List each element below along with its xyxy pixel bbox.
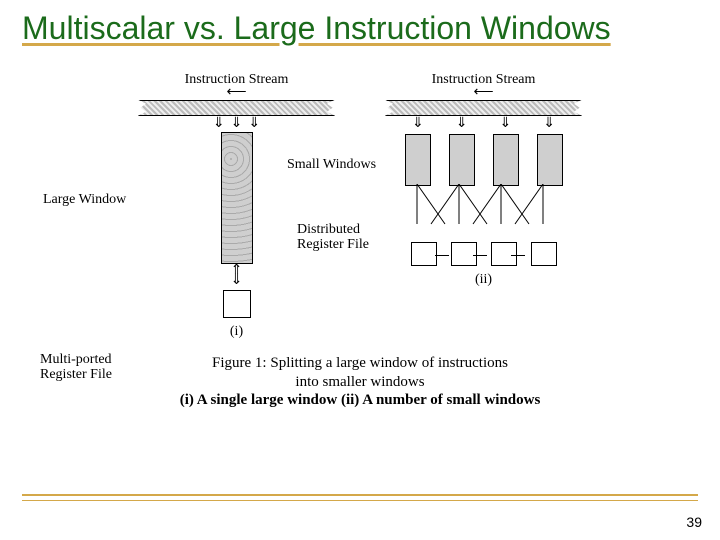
label-large-window: Large Window	[43, 192, 126, 208]
small-window-box	[537, 134, 563, 186]
small-window-box	[449, 134, 475, 186]
instruction-stream-bar-ii	[385, 100, 582, 116]
dist-reg-box	[411, 242, 437, 266]
instruction-stream-bar-i	[138, 100, 335, 116]
panel-ii-sublabel: (ii)	[475, 272, 492, 288]
distributed-register-row	[411, 242, 557, 266]
footer-rule-thin	[22, 500, 698, 501]
panel-i-sublabel: (i)	[230, 324, 243, 340]
caption-line3: (i) A single large window (ii) A number …	[180, 392, 541, 408]
stream-arrow-left-i: ⟵	[226, 90, 246, 96]
footer-rule-thick	[22, 494, 698, 496]
down-arrows-ii: ⇓⇓⇓⇓	[412, 118, 555, 130]
bidir-arrow-i: ⇑⇓	[231, 266, 243, 286]
dist-reg-box	[451, 242, 477, 266]
down-arrows-i: ⇓⇓⇓	[213, 118, 260, 130]
small-window-box	[493, 134, 519, 186]
caption-line2: into smaller windows	[295, 374, 424, 390]
register-file-box-i	[223, 290, 251, 318]
label-small-windows: Small Windows	[287, 157, 376, 173]
small-window-box	[405, 134, 431, 186]
figure-caption: Figure 1: Splitting a large window of in…	[22, 354, 698, 410]
dist-reg-box	[491, 242, 517, 266]
panel-i: Instruction Stream ⟵ ⇓⇓⇓ Large Window ⇑⇓…	[138, 72, 335, 340]
small-windows-row	[405, 134, 563, 186]
dist-reg-box	[531, 242, 557, 266]
label-multi-ported: Multi-ported Register File	[40, 352, 112, 383]
large-window-box	[221, 132, 253, 264]
stream-arrow-left-ii: ⟵	[473, 90, 493, 96]
figure: Instruction Stream ⟵ ⇓⇓⇓ Large Window ⇑⇓…	[22, 72, 698, 340]
caption-line1: Figure 1: Splitting a large window of in…	[212, 355, 508, 371]
interconnect-lines	[405, 184, 575, 244]
panel-ii: Instruction Stream ⟵ ⇓⇓⇓⇓ Small Windows	[385, 72, 582, 340]
page-number: 39	[686, 514, 702, 530]
slide-title: Multiscalar vs. Large Instruction Window…	[22, 10, 698, 47]
label-distributed: Distributed Register File	[297, 222, 369, 253]
